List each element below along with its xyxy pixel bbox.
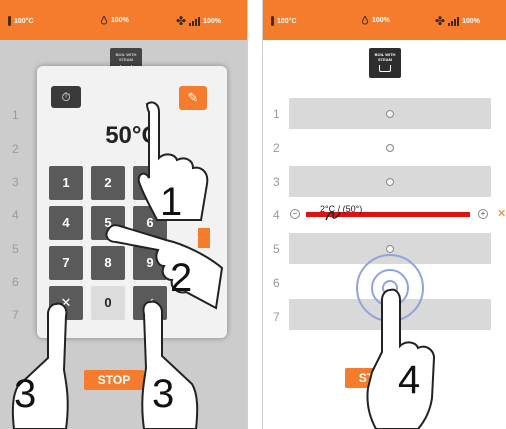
close-icon[interactable]: ✕ <box>497 207 506 220</box>
step-number: 1 <box>160 180 183 224</box>
program-icon[interactable]: BOIL WITH STEAM <box>369 48 401 78</box>
step-number: 4 <box>398 358 421 402</box>
key-7[interactable]: 7 <box>49 246 83 280</box>
row-add-icon[interactable] <box>386 110 394 118</box>
row-number: 5 <box>273 242 280 256</box>
row-number: 1 <box>12 108 19 122</box>
row-number: 6 <box>273 276 280 290</box>
row-number: 1 <box>273 107 280 121</box>
signal-icon <box>189 16 201 26</box>
signal-icon <box>448 16 460 26</box>
step-number: 2 <box>170 256 193 300</box>
plus-icon[interactable]: + <box>478 209 488 219</box>
key-2[interactable]: 2 <box>91 166 125 200</box>
fan-status-value: 100% <box>203 17 221 25</box>
timer-icon[interactable]: ⏱ <box>51 86 81 108</box>
program-label-line2: STEAM <box>378 57 392 62</box>
minus-icon[interactable]: − <box>290 209 300 219</box>
temp-status-value: 100°C <box>277 17 297 25</box>
humidity-drop-icon <box>361 16 369 25</box>
step-number: 3 <box>152 372 175 416</box>
status-bar: 100°C 100% ✤ 100% <box>263 0 506 40</box>
fan-icon: ✤ <box>176 14 187 28</box>
fan-status: ✤ 100% <box>435 14 480 28</box>
row-add-icon[interactable] <box>386 245 394 253</box>
row-number: 4 <box>273 208 280 222</box>
step-number: 3 <box>14 372 37 416</box>
fan-status-value: 100% <box>462 17 480 25</box>
key-4[interactable]: 4 <box>49 206 83 240</box>
row-number: 3 <box>273 175 280 189</box>
fan-icon: ✤ <box>435 14 446 28</box>
temp-status: 100°C <box>271 16 297 26</box>
row-add-icon[interactable] <box>386 178 394 186</box>
row-number: 6 <box>12 275 19 289</box>
pot-icon <box>379 65 391 72</box>
thermometer-icon <box>8 16 11 26</box>
fan-status: ✤ 100% <box>176 14 221 28</box>
row-number: 3 <box>12 175 19 189</box>
row-number: 2 <box>273 141 280 155</box>
temp-status-value: 100°C <box>14 17 34 25</box>
row-add-icon[interactable] <box>386 144 394 152</box>
humidity-status-value: 100% <box>111 17 129 24</box>
humidity-drop-icon <box>100 16 108 25</box>
row-number: 2 <box>12 142 19 156</box>
key-1[interactable]: 1 <box>49 166 83 200</box>
temp-status: 100°C <box>8 16 34 26</box>
row-number: 5 <box>12 242 19 256</box>
status-bar: 100°C 100% ✤ 100% <box>0 0 247 40</box>
humidity-status-value: 100% <box>372 17 390 24</box>
row-number: 4 <box>12 208 19 222</box>
probe-icon <box>325 211 341 221</box>
humidity-status: 100% <box>100 16 129 25</box>
row-number: 7 <box>273 310 280 324</box>
stop-button[interactable]: STOP <box>84 370 144 390</box>
humidity-status: 100% <box>361 16 390 25</box>
thermometer-icon <box>271 16 274 26</box>
